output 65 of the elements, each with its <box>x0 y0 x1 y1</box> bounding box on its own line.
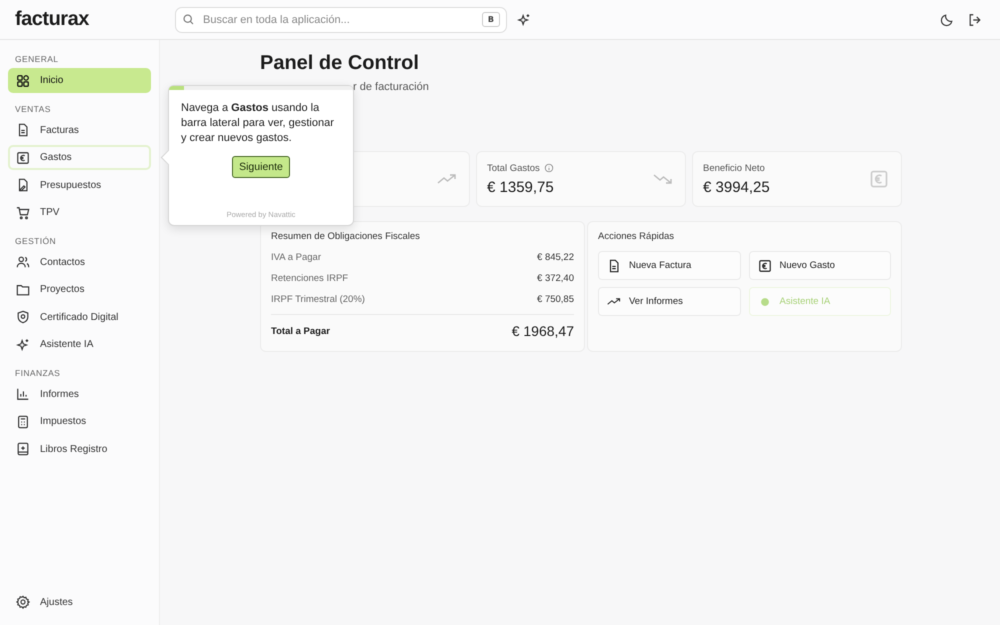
sidebar-item[interactable]: TPV <box>8 200 151 225</box>
page-title: Panel de Control <box>260 52 420 75</box>
trend-up-icon <box>437 173 457 185</box>
action-button[interactable]: Nuevo Gasto <box>748 251 891 280</box>
grid-icon <box>16 74 30 88</box>
section-heading: GESTIÓN <box>14 234 58 248</box>
document-icon <box>607 258 621 272</box>
euro-icon <box>758 258 772 272</box>
cart-icon <box>16 206 30 220</box>
panel-title: Acciones Rápidas <box>598 231 676 242</box>
app-logo[interactable]: facturax <box>0 8 175 31</box>
action-button[interactable]: Nueva Factura <box>598 251 740 280</box>
logout-icon <box>968 12 982 26</box>
tax-amount: € 372,40 <box>537 273 574 284</box>
search-field[interactable]: Buscar en toda la aplicación... B <box>175 6 507 32</box>
document-icon <box>16 123 30 137</box>
users-icon <box>16 255 30 269</box>
tax-label: IRPF Trimestral (20%) <box>271 294 365 305</box>
sidebar-item[interactable]: Proyectos <box>8 277 151 302</box>
stat-value: € 1359,75 <box>487 178 554 196</box>
panel-title: Resumen de Obligaciones Fiscales <box>271 231 421 242</box>
tax-amount: € 845,22 <box>537 252 574 263</box>
total-amount: € 1968,47 <box>512 323 574 339</box>
tour-text: Navega a Gastos usando la barra lateral para ver, gestionar y crear nuevos gastos. <box>181 101 335 146</box>
sidebar-item[interactable]: Contactos <box>8 250 151 274</box>
section-heading: GENERAL <box>14 53 60 66</box>
search-input[interactable]: Buscar en toda la aplicación... <box>201 12 476 26</box>
document-pen-icon <box>16 178 30 192</box>
action-button[interactable]: Ver Informes <box>598 287 740 316</box>
bar-chart-icon <box>16 387 30 401</box>
shield-icon <box>16 310 30 324</box>
folder-icon <box>16 282 30 296</box>
trend-up-icon <box>607 297 621 306</box>
sparkle-icon <box>16 338 30 352</box>
sidebar-item[interactable]: Facturas <box>8 118 151 142</box>
sparkle-icon <box>517 12 531 26</box>
sidebar-item[interactable]: Impuestos <box>8 409 151 434</box>
sidebar-item[interactable]: Certificado Digital <box>8 304 151 330</box>
euro-icon <box>16 150 30 164</box>
tax-label: IVA a Pagar <box>271 252 321 263</box>
search-icon <box>182 13 195 26</box>
sidebar-item[interactable]: Presupuestos <box>8 172 151 198</box>
page-subtitle: r de facturación <box>353 81 430 95</box>
stat-label: Total Gastos <box>487 162 540 174</box>
shortcut-key: B <box>482 12 500 27</box>
next-button[interactable]: Siguiente <box>232 156 290 178</box>
book-icon <box>16 442 30 456</box>
moon-icon <box>940 12 954 26</box>
sidebar-item[interactable]: Inicio <box>8 68 151 93</box>
section-heading: VENTAS <box>14 102 52 116</box>
sidebar-item[interactable]: Informes <box>8 382 151 406</box>
total-label: Total a Pagar <box>271 326 330 336</box>
tax-amount: € 750,85 <box>537 294 574 305</box>
trend-down-icon <box>653 173 673 185</box>
settings-icon <box>16 595 30 609</box>
sidebar-item[interactable]: Asistente IA <box>8 332 151 357</box>
sidebar-item[interactable]: Gastos <box>8 145 151 170</box>
sidebar-item[interactable]: Libros Registro <box>8 436 151 462</box>
stat-value: € 3994,25 <box>703 178 770 196</box>
euro-icon <box>869 169 889 189</box>
stat-label: Beneficio Neto <box>703 162 765 174</box>
sidebar-item[interactable]: Ajustes <box>8 590 151 614</box>
calculator-icon <box>16 414 30 428</box>
section-heading: FINANZAS <box>14 366 62 380</box>
tax-label: Retenciones IRPF <box>271 273 348 284</box>
